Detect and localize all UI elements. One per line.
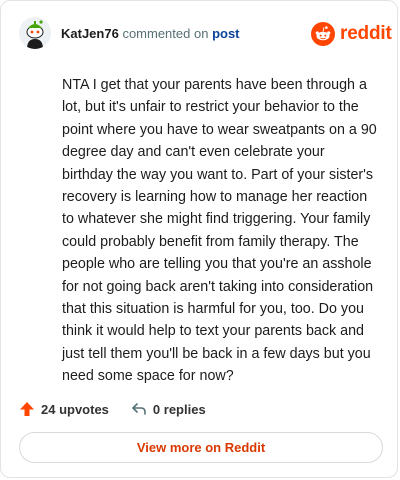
upvote-count: 24 upvotes bbox=[41, 401, 109, 417]
comment-body: NTA I get that your parents have been th… bbox=[62, 77, 377, 385]
post-link[interactable]: post bbox=[212, 26, 239, 41]
reply-arrow-icon bbox=[132, 403, 146, 415]
commented-on-label: commented on bbox=[122, 26, 209, 41]
user-avatar[interactable] bbox=[19, 17, 51, 49]
comment-footer: 24 upvotes 0 replies bbox=[19, 399, 206, 419]
username-link[interactable]: KatJen76 bbox=[61, 26, 119, 41]
view-more-button[interactable]: View more on Reddit bbox=[19, 432, 383, 463]
reddit-logo-icon bbox=[311, 22, 335, 46]
snoo-avatar-icon bbox=[19, 17, 51, 49]
reddit-logo-text: reddit bbox=[340, 23, 392, 44]
reply-button[interactable]: 0 replies bbox=[131, 401, 206, 417]
comment-embed-card: KatJen76 commented on post reddit NTA I … bbox=[0, 0, 398, 478]
reddit-logo[interactable]: reddit bbox=[311, 21, 392, 47]
reply-count: 0 replies bbox=[152, 401, 206, 417]
upvote-arrow-icon bbox=[20, 402, 34, 416]
upvote-button[interactable]: 24 upvotes bbox=[19, 401, 109, 417]
comment-header: KatJen76 commented on post bbox=[61, 26, 240, 42]
